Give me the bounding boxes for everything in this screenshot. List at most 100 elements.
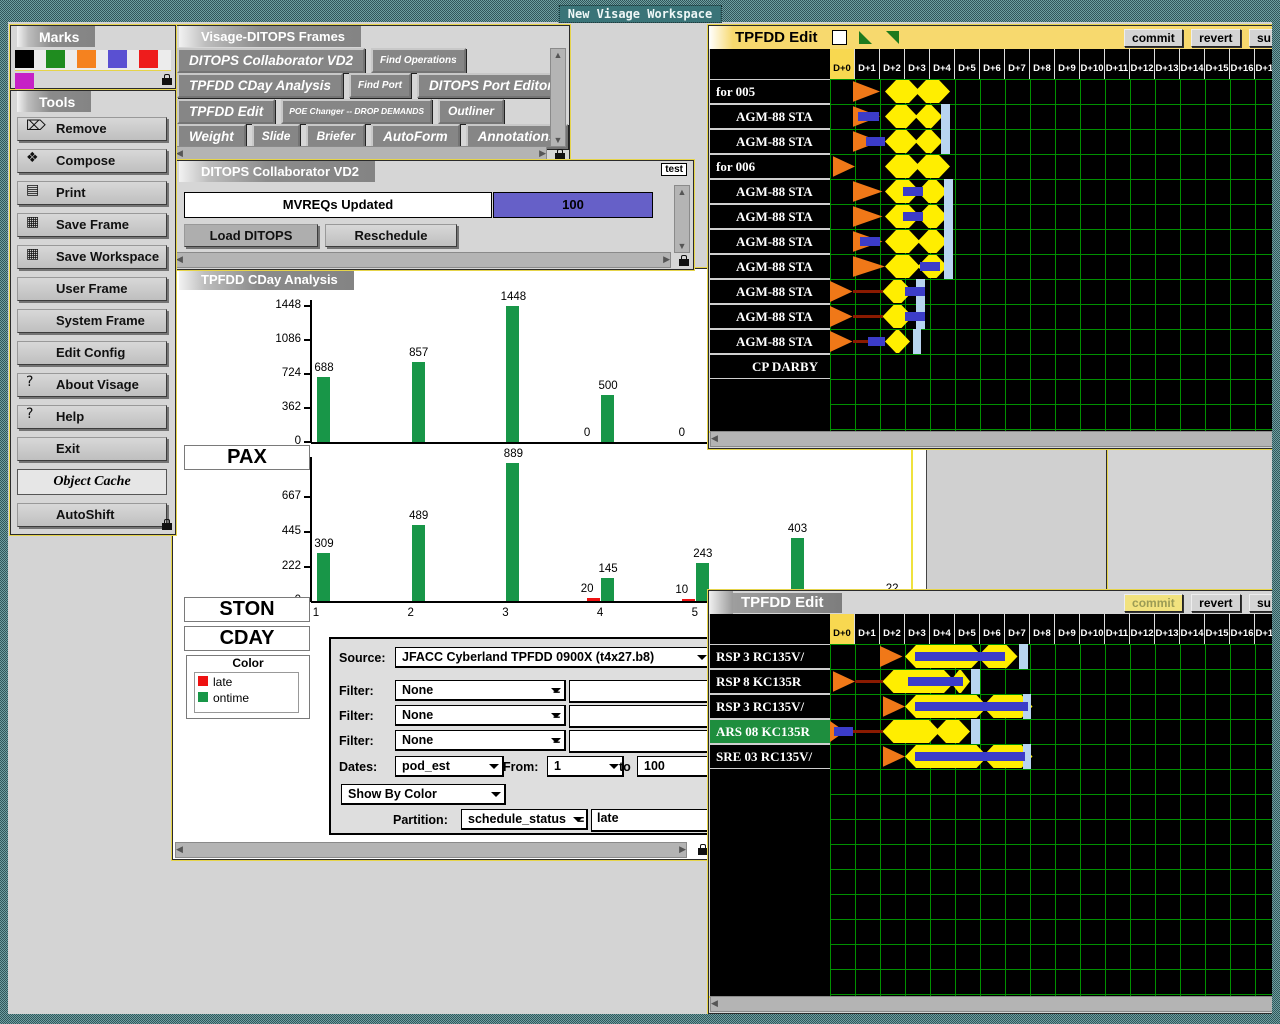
filter-dropdown-2[interactable]: None [395, 705, 566, 726]
commit-button[interactable]: commit [1124, 594, 1183, 612]
green-triangle-upper-right-icon[interactable] [886, 31, 899, 44]
revert-button[interactable]: revert [1191, 29, 1240, 47]
gantt-row-label[interactable]: AGM-88 STA [710, 179, 830, 204]
column-header-D+8[interactable]: D+8 [1030, 49, 1055, 79]
gantt-row-label[interactable]: ARS 08 KC135R [710, 719, 830, 744]
column-header-D+13[interactable]: D+13 [1155, 614, 1180, 644]
gantt-shape-port-bar[interactable] [971, 669, 980, 694]
gantt-shape-move-bar[interactable] [903, 212, 923, 221]
gantt-shape-move-bar[interactable] [915, 652, 1005, 661]
frame-button-find-operations[interactable]: Find Operations [371, 48, 466, 73]
load-ditops-button[interactable]: Load DITOPS [184, 224, 318, 247]
mark-color-swatch[interactable] [108, 50, 127, 68]
tool-button-remove[interactable]: ⌦Remove [17, 117, 167, 141]
gantt-shape-move-bar[interactable] [915, 752, 1025, 761]
scroll-right-icon[interactable]: ▶ [539, 147, 546, 159]
mark-color-swatch[interactable] [46, 50, 65, 68]
column-header-D+0[interactable]: D+0 [830, 614, 855, 644]
tool-button-help[interactable]: ?Help [17, 405, 167, 429]
frame-button-tpfdd-cday-analysis[interactable]: TPFDD CDay Analysis [177, 73, 343, 98]
dates-dropdown[interactable]: pod_est [395, 756, 504, 777]
lock-icon[interactable] [679, 259, 689, 266]
gantt-row-label[interactable]: AGM-88 STA [710, 254, 830, 279]
gantt-row-label[interactable]: AGM-88 STA [710, 229, 830, 254]
gantt-shape-mission[interactable] [885, 80, 920, 103]
scroll-left-icon[interactable]: ◀ [176, 843, 183, 855]
gantt-shape-triangle[interactable] [833, 671, 856, 692]
filter-value-input-2[interactable] [569, 705, 712, 728]
gantt-shape-move-bar[interactable] [860, 237, 880, 246]
gantt-shape-mission[interactable] [885, 130, 918, 153]
show-by-dropdown[interactable]: Show By Color [341, 784, 506, 805]
mark-color-swatch[interactable] [139, 50, 158, 68]
column-header-D+3[interactable]: D+3 [905, 49, 930, 79]
horizontal-scrollbar[interactable]: ◀▶ [175, 252, 671, 268]
tool-button-object-cache[interactable]: Object Cache [17, 469, 167, 495]
column-header-D+11[interactable]: D+11 [1105, 614, 1130, 644]
tools-title[interactable]: Tools [17, 91, 91, 112]
gantt-shape-mission[interactable] [915, 105, 943, 128]
gantt-shape-mission[interactable] [885, 155, 920, 178]
column-header-D+3[interactable]: D+3 [905, 614, 930, 644]
column-header-D+9[interactable]: D+9 [1055, 49, 1080, 79]
column-header-D+2[interactable]: D+2 [880, 49, 905, 79]
gantt-row-label[interactable]: SRE 03 RC135V/ [710, 744, 830, 769]
lock-icon[interactable] [162, 523, 172, 530]
gantt-row-label[interactable]: for 005 [710, 79, 830, 104]
gantt-shape-mission[interactable] [935, 720, 970, 743]
gantt-shape-triangle[interactable] [880, 646, 903, 667]
column-header-D+9[interactable]: D+9 [1055, 614, 1080, 644]
gantt-row-label[interactable]: CP DARBY [710, 354, 830, 379]
gantt-shape-move-bar[interactable] [915, 702, 1028, 711]
gantt-shape-triangle[interactable] [853, 181, 883, 202]
gantt-row-label[interactable]: RSP 8 KC135R [710, 669, 830, 694]
test-badge[interactable]: test [661, 163, 687, 176]
gantt-shape-move-bar[interactable] [905, 287, 925, 296]
vertical-scrollbar[interactable]: ▲▼ [674, 185, 690, 253]
scroll-left-icon[interactable]: ◀ [176, 147, 183, 159]
gantt-shape-triangle[interactable] [830, 281, 853, 302]
horizontal-scrollbar[interactable]: ◀ [710, 996, 1280, 1012]
gantt-row-label[interactable]: AGM-88 STA [710, 279, 830, 304]
gantt-shape-port-bar[interactable] [944, 229, 953, 254]
gantt-shape-move-bar[interactable] [908, 677, 963, 686]
gantt-row-label[interactable]: RSP 3 RC135V/ [710, 694, 830, 719]
gantt-shape-move-bar[interactable] [903, 187, 923, 196]
column-header-D+7[interactable]: D+7 [1005, 614, 1030, 644]
gantt-shape-port-bar[interactable] [941, 129, 950, 154]
partition-value-input[interactable]: late [591, 809, 712, 832]
gantt-shape-triangle[interactable] [833, 156, 856, 177]
column-header-D+16[interactable]: D+16 [1230, 49, 1255, 79]
gantt-shape-triangle[interactable] [853, 206, 883, 227]
commit-button[interactable]: commit [1124, 29, 1183, 47]
column-header-D+1[interactable]: D+1 [855, 49, 880, 79]
column-header-D+4[interactable]: D+4 [930, 614, 955, 644]
mark-color-swatch[interactable] [15, 50, 34, 68]
scroll-down-icon[interactable]: ▼ [551, 134, 565, 146]
gantt-shape-triangle[interactable] [883, 696, 906, 717]
gantt-row-label[interactable]: RSP 3 RC135V/ [710, 644, 830, 669]
gantt-shape-mission[interactable] [885, 105, 918, 128]
tool-button-user-frame[interactable]: User Frame [17, 277, 167, 301]
horizontal-scrollbar[interactable]: ◀▶ [175, 842, 687, 858]
column-header-D+10[interactable]: D+10 [1080, 49, 1105, 79]
frame-button-ditops-port-editor[interactable]: DITOPS Port Editor [417, 73, 565, 98]
window-title[interactable]: TPFDD Edit [735, 29, 818, 46]
column-header-D+5[interactable]: D+5 [955, 614, 980, 644]
gantt-shape-port-bar[interactable] [944, 179, 953, 204]
from-dropdown[interactable]: 1 [547, 756, 624, 777]
select-box-icon[interactable] [832, 30, 847, 45]
column-header-D+10[interactable]: D+10 [1080, 614, 1105, 644]
filter-value-input-1[interactable] [569, 680, 712, 703]
collaborator-window-title[interactable]: DITOPS Collaborator VD2 [179, 161, 375, 182]
gantt-shape-mission[interactable] [915, 130, 943, 153]
scroll-up-icon[interactable]: ▲ [675, 186, 689, 198]
gantt-shape-move-bar[interactable] [834, 727, 853, 736]
gantt-shape-mission[interactable] [883, 720, 941, 743]
gantt-shape-move-bar[interactable] [868, 337, 886, 346]
column-header-D+16[interactable]: D+16 [1230, 614, 1255, 644]
lock-icon[interactable] [555, 153, 565, 160]
column-header-D+0[interactable]: D+0 [830, 49, 855, 79]
frame-button-find-port[interactable]: Find Port [349, 73, 411, 98]
filter-value-input-3[interactable] [569, 730, 712, 753]
